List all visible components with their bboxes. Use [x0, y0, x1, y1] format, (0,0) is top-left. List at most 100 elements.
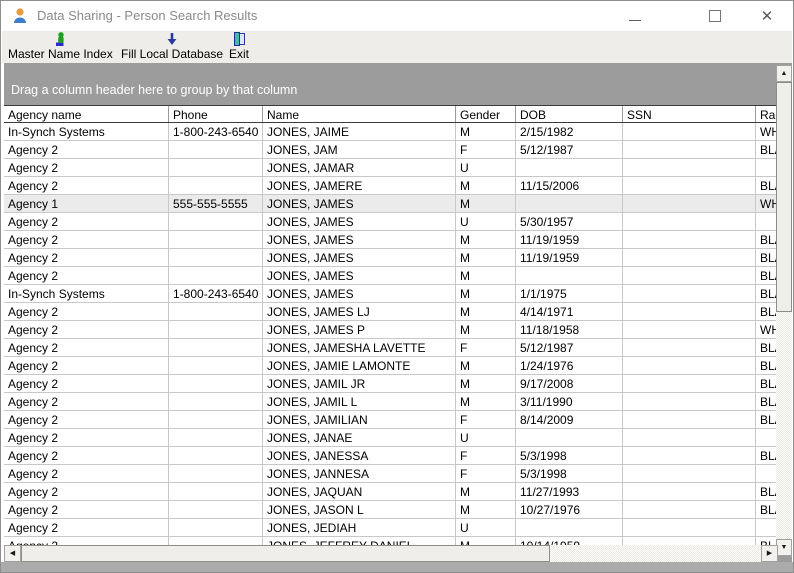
table-row[interactable]: Agency 2JONES, JAQUANM11/27/1993BLA [4, 483, 778, 501]
table-row[interactable]: Agency 2JONES, JAMIE LAMONTEM1/24/1976BL… [4, 357, 778, 375]
table-row[interactable]: Agency 1555-555-5555JONES, JAMESMWH [4, 195, 778, 213]
cell-name: JONES, JAMES P [263, 321, 456, 338]
scroll-down-icon: ▼ [781, 544, 788, 551]
cell-ssn [623, 177, 756, 194]
cell-gender: M [456, 303, 516, 320]
cell-gender: M [456, 501, 516, 518]
cell-phone [169, 339, 263, 356]
cell-ssn [623, 429, 756, 446]
column-header-ssn[interactable]: SSN [623, 106, 756, 122]
exit-button[interactable]: Exit [226, 31, 252, 62]
grid-header: Agency namePhoneNameGenderDOBSSNRac [4, 105, 778, 123]
cell-gender: M [456, 267, 516, 284]
cell-phone [169, 537, 263, 545]
table-row[interactable]: Agency 2JONES, JANESSAF5/3/1998BLA [4, 447, 778, 465]
fill-local-database-button[interactable]: Fill Local Database [118, 31, 226, 62]
cell-name: JONES, JEFFREY DANIEL [263, 537, 456, 545]
window-title: Data Sharing - Person Search Results [37, 8, 257, 23]
column-header-gender[interactable]: Gender [456, 106, 516, 122]
table-row[interactable]: Agency 2JONES, JEDIAHU [4, 519, 778, 537]
vertical-scrollbar[interactable]: ▲ ▼ [776, 65, 792, 556]
cell-ssn [623, 303, 756, 320]
maximize-button[interactable] [701, 1, 729, 31]
cell-agency_name: Agency 2 [4, 483, 169, 500]
master-name-index-button[interactable]: Master Name Index [5, 31, 116, 62]
cell-agency_name: Agency 2 [4, 393, 169, 410]
cell-phone [169, 375, 263, 392]
cell-phone [169, 483, 263, 500]
column-header-dob[interactable]: DOB [516, 106, 623, 122]
close-button[interactable]: ✕ [753, 1, 781, 31]
table-row[interactable]: Agency 2JONES, JANNESAF5/3/1998 [4, 465, 778, 483]
cell-gender: F [456, 339, 516, 356]
column-header-agency_name[interactable]: Agency name [4, 106, 169, 122]
cell-dob: 11/19/1959 [516, 231, 623, 248]
cell-phone [169, 267, 263, 284]
cell-race: BLA [756, 375, 778, 392]
horizontal-scrollbar[interactable]: ◀ ▶ [4, 545, 778, 562]
table-row[interactable]: Agency 2JONES, JAMARU [4, 159, 778, 177]
cell-race: BLA [756, 537, 778, 545]
table-row[interactable]: In-Synch Systems1-800-243-6540 x 2JONES,… [4, 285, 778, 303]
table-row[interactable]: Agency 2JONES, JEFFREY DANIELM10/14/1959… [4, 537, 778, 545]
cell-dob: 3/11/1990 [516, 393, 623, 410]
cell-ssn [623, 213, 756, 230]
cell-race [756, 213, 778, 230]
cell-name: JONES, JANESSA [263, 447, 456, 464]
cell-dob: 4/14/1971 [516, 303, 623, 320]
horizontal-scrollbar-thumb[interactable] [21, 545, 550, 562]
cell-dob [516, 195, 623, 212]
column-header-race[interactable]: Rac [756, 106, 778, 122]
cell-gender: U [456, 213, 516, 230]
vertical-scrollbar-thumb[interactable] [776, 82, 792, 312]
table-row[interactable]: Agency 2JONES, JASON LM10/27/1976BLA [4, 501, 778, 519]
table-row[interactable]: Agency 2JONES, JAMES LJM4/14/1971BLA [4, 303, 778, 321]
scroll-right-button[interactable]: ▶ [761, 545, 778, 562]
cell-gender: M [456, 393, 516, 410]
cell-agency_name: Agency 2 [4, 177, 169, 194]
table-row[interactable]: Agency 2JONES, JAMEREM11/15/2006BLA [4, 177, 778, 195]
table-row[interactable]: Agency 2JONES, JAMESU5/30/1957 [4, 213, 778, 231]
table-row[interactable]: Agency 2JONES, JAMESHA LAVETTEF5/12/1987… [4, 339, 778, 357]
cell-ssn [623, 249, 756, 266]
cell-name: JONES, JAMES [263, 213, 456, 230]
cell-agency_name: Agency 2 [4, 465, 169, 482]
table-row[interactable]: Agency 2JONES, JAMESM11/19/1959BLA [4, 249, 778, 267]
cell-gender: M [456, 195, 516, 212]
cell-phone [169, 177, 263, 194]
table-row[interactable]: Agency 2JONES, JAMIL JRM9/17/2008BLA [4, 375, 778, 393]
cell-race: BLA [756, 339, 778, 356]
cell-dob [516, 519, 623, 536]
table-row[interactable]: Agency 2JONES, JAMES PM11/18/1958WH [4, 321, 778, 339]
cell-gender: F [456, 141, 516, 158]
cell-name: JONES, JAMIL L [263, 393, 456, 410]
table-row[interactable]: In-Synch Systems1-800-243-6540 x 2JONES,… [4, 123, 778, 141]
table-row[interactable]: Agency 2JONES, JAMILIANF8/14/2009BLA [4, 411, 778, 429]
master-name-index-label: Master Name Index [8, 47, 113, 61]
minimize-button[interactable] [621, 1, 649, 31]
scroll-up-button[interactable]: ▲ [776, 65, 792, 82]
column-header-phone[interactable]: Phone [169, 106, 263, 122]
cell-agency_name: In-Synch Systems [4, 285, 169, 302]
cell-dob [516, 267, 623, 284]
cell-phone [169, 411, 263, 428]
cell-ssn [623, 411, 756, 428]
table-row[interactable]: Agency 2JONES, JAMIL LM3/11/1990BLA [4, 393, 778, 411]
cell-dob: 1/1/1975 [516, 285, 623, 302]
group-by-drop-zone[interactable]: Drag a column header here to group by th… [4, 63, 792, 105]
cell-gender: M [456, 231, 516, 248]
cell-ssn [623, 483, 756, 500]
column-header-name[interactable]: Name [263, 106, 456, 122]
table-row[interactable]: Agency 2JONES, JAMF5/12/1987BLA [4, 141, 778, 159]
table-row[interactable]: Agency 2JONES, JAMESMBLA [4, 267, 778, 285]
scroll-down-button[interactable]: ▼ [776, 539, 792, 556]
table-row[interactable]: Agency 2JONES, JAMESM11/19/1959BLA [4, 231, 778, 249]
cell-race [756, 159, 778, 176]
cell-ssn [623, 519, 756, 536]
exit-label: Exit [229, 47, 249, 61]
table-row[interactable]: Agency 2JONES, JANAEU [4, 429, 778, 447]
cell-gender: M [456, 285, 516, 302]
cell-race: WH [756, 195, 778, 212]
cell-dob: 11/27/1993 [516, 483, 623, 500]
scroll-left-button[interactable]: ◀ [4, 545, 21, 562]
